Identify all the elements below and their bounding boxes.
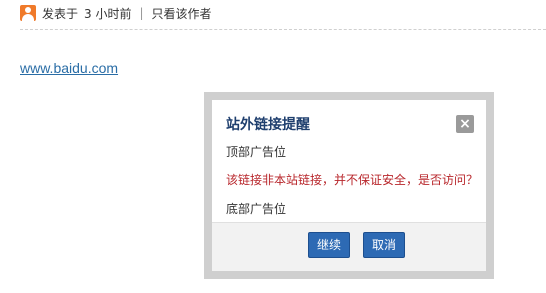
close-icon[interactable]: ×	[456, 115, 474, 133]
top-ad-slot: 顶部广告位	[226, 145, 287, 159]
post-time: 3 小时前	[84, 6, 132, 21]
external-link-dialog: 站外链接提醒 × 顶部广告位 该链接非本站链接，并不保证安全，是否访问？ 底部广…	[212, 100, 486, 271]
dialog-title: 站外链接提醒	[226, 117, 310, 133]
author-only-link[interactable]: 只看该作者	[152, 5, 212, 22]
bottom-ad-slot: 底部广告位	[226, 202, 287, 216]
warning-message: 该链接非本站链接，并不保证安全，是否访问？	[226, 173, 479, 187]
page: 发表于 3 小时前 | 只看该作者 www.baidu.com 站外链接提醒 ×…	[0, 0, 546, 293]
external-link[interactable]: www.baidu.com	[20, 60, 118, 76]
divider	[20, 29, 546, 30]
post-meta: 发表于 3 小时前 | 只看该作者	[20, 4, 212, 22]
user-icon	[20, 5, 36, 21]
posted-label: 发表于	[42, 6, 79, 21]
dialog-frame: 站外链接提醒 × 顶部广告位 该链接非本站链接，并不保证安全，是否访问？ 底部广…	[204, 92, 494, 279]
cancel-button[interactable]: 取消	[363, 232, 406, 258]
meta-separator: |	[139, 6, 144, 20]
dialog-footer: 继续 取消	[212, 222, 486, 271]
continue-button[interactable]: 继续	[308, 232, 351, 258]
